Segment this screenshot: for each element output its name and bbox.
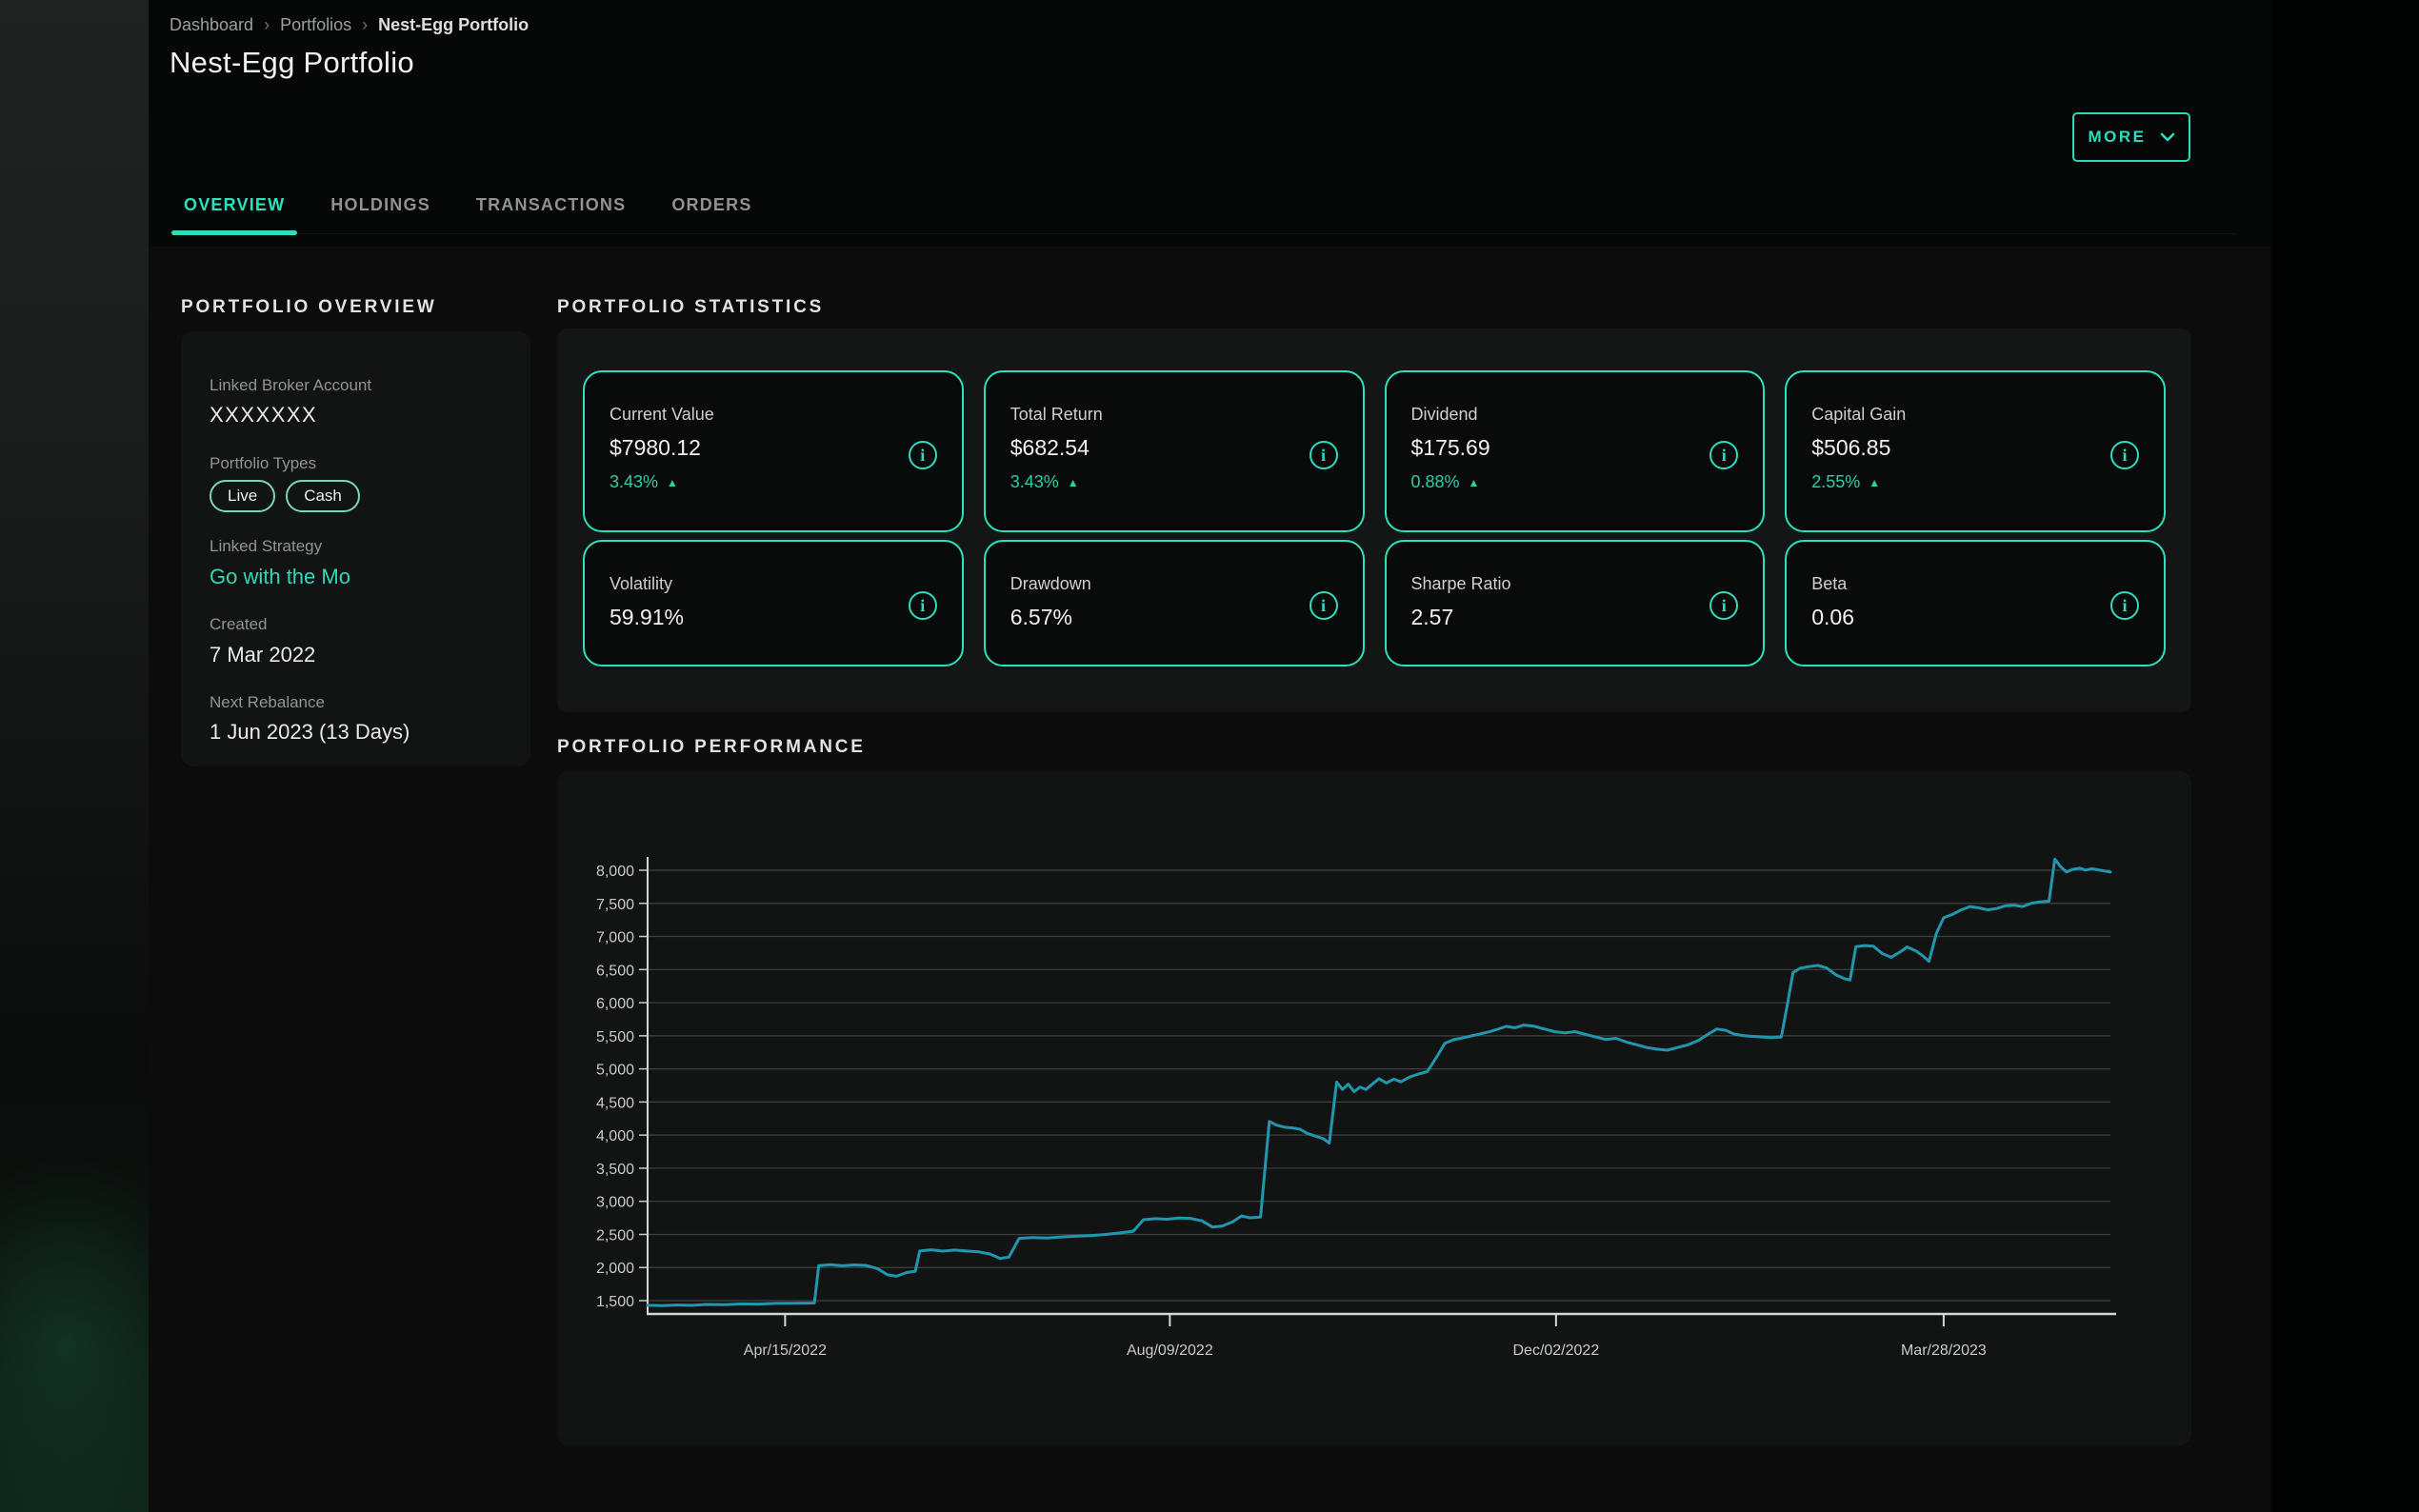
stat-card-capital-gain: Capital Gain $506.85 2.55%▲ i <box>1785 370 2166 532</box>
info-icon[interactable]: i <box>909 591 937 620</box>
more-button[interactable]: MORE <box>2072 112 2190 162</box>
svg-text:Dec/02/2022: Dec/02/2022 <box>1512 1343 1599 1359</box>
stat-label: Beta <box>1811 574 2139 594</box>
stat-change: 3.43%▲ <box>610 472 937 492</box>
stat-value: $7980.12 <box>610 435 937 461</box>
tab-overview[interactable]: OVERVIEW <box>184 196 285 233</box>
svg-text:5,500: 5,500 <box>596 1029 634 1045</box>
portfolio-performance-heading: PORTFOLIO PERFORMANCE <box>557 737 866 758</box>
info-icon[interactable]: i <box>1709 441 1738 469</box>
pill-live: Live <box>210 480 275 512</box>
portfolio-statistics-heading: PORTFOLIO STATISTICS <box>557 297 824 318</box>
stat-label: Volatility <box>610 574 937 594</box>
stat-card-drawdown: Drawdown 6.57% i <box>984 540 1365 666</box>
up-arrow-icon: ▲ <box>1068 477 1079 488</box>
svg-text:7,500: 7,500 <box>596 897 634 913</box>
stat-value: 2.57 <box>1411 605 1739 630</box>
tab-holdings[interactable]: HOLDINGS <box>330 196 430 233</box>
svg-text:3,000: 3,000 <box>596 1195 634 1211</box>
breadcrumb-dashboard[interactable]: Dashboard <box>170 15 253 35</box>
stat-label: Drawdown <box>1010 574 1338 594</box>
portfolio-statistics-panel: Current Value $7980.12 3.43%▲ i Total Re… <box>557 328 2191 712</box>
field-label: Linked Broker Account <box>210 375 502 395</box>
performance-line-chart[interactable]: 1,500 2,000 2,500 3,000 3,500 4,000 4,500 5,000… <box>557 771 2191 1445</box>
stat-card-current-value: Current Value $7980.12 3.43%▲ i <box>583 370 964 532</box>
stat-label: Total Return <box>1010 405 1338 425</box>
up-arrow-icon: ▲ <box>1469 477 1480 488</box>
stat-card-volatility: Volatility 59.91% i <box>583 540 964 666</box>
portfolio-overview-card: Linked Broker Account XXXXXXX Portfolio … <box>181 331 530 766</box>
breadcrumb-separator-icon: › <box>264 15 270 35</box>
svg-text:Apr/15/2022: Apr/15/2022 <box>744 1343 827 1359</box>
svg-text:2,000: 2,000 <box>596 1261 634 1277</box>
stat-card-total-return: Total Return $682.54 3.43%▲ i <box>984 370 1365 532</box>
breadcrumb-separator-icon: › <box>362 15 368 35</box>
main-panel: Dashboard › Portfolios › Nest-Egg Portfo… <box>149 0 2271 1512</box>
stat-label: Dividend <box>1411 405 1739 425</box>
tab-orders[interactable]: ORDERS <box>671 196 751 233</box>
stat-value: $175.69 <box>1411 435 1739 461</box>
svg-text:7,000: 7,000 <box>596 930 634 946</box>
info-icon[interactable]: i <box>2110 441 2139 469</box>
stat-label: Sharpe Ratio <box>1411 574 1739 594</box>
stat-label: Current Value <box>610 405 937 425</box>
info-icon[interactable]: i <box>1309 441 1338 469</box>
stat-change: 2.55%▲ <box>1811 472 2139 492</box>
svg-text:4,000: 4,000 <box>596 1128 634 1144</box>
field-portfolio-types: Portfolio Types Live Cash <box>210 453 502 513</box>
svg-text:4,500: 4,500 <box>596 1095 634 1111</box>
info-icon[interactable]: i <box>1309 591 1338 620</box>
page-title: Nest-Egg Portfolio <box>170 46 414 80</box>
portfolio-overview-heading: PORTFOLIO OVERVIEW <box>181 297 437 318</box>
portfolio-type-pills: Live Cash <box>210 480 502 512</box>
info-icon[interactable]: i <box>909 441 937 469</box>
field-label: Linked Strategy <box>210 536 502 556</box>
stat-value: 0.06 <box>1811 605 2139 630</box>
stat-card-sharpe-ratio: Sharpe Ratio 2.57 i <box>1385 540 1766 666</box>
field-value: 7 Mar 2022 <box>210 642 502 669</box>
stat-change: 3.43%▲ <box>1010 472 1338 492</box>
linked-strategy-link[interactable]: Go with the Mo <box>210 564 502 591</box>
svg-text:Aug/09/2022: Aug/09/2022 <box>1127 1343 1213 1359</box>
field-label: Portfolio Types <box>210 453 502 473</box>
field-label: Next Rebalance <box>210 692 502 712</box>
field-linked-broker-account: Linked Broker Account XXXXXXX <box>210 375 502 429</box>
svg-text:Mar/28/2023: Mar/28/2023 <box>1901 1343 1987 1359</box>
svg-text:5,000: 5,000 <box>596 1063 634 1079</box>
up-arrow-icon: ▲ <box>1869 477 1880 488</box>
app-window: Dashboard › Portfolios › Nest-Egg Portfo… <box>0 0 2419 1512</box>
field-next-rebalance: Next Rebalance 1 Jun 2023 (13 Days) <box>210 692 502 746</box>
field-value: XXXXXXX <box>210 402 502 429</box>
breadcrumb-portfolios[interactable]: Portfolios <box>280 15 351 35</box>
more-button-label: MORE <box>2089 128 2147 147</box>
stat-value: $506.85 <box>1811 435 2139 461</box>
svg-text:2,500: 2,500 <box>596 1227 634 1243</box>
stat-value: 6.57% <box>1010 605 1338 630</box>
stats-grid: Current Value $7980.12 3.43%▲ i Total Re… <box>583 370 2166 666</box>
tab-transactions[interactable]: TRANSACTIONS <box>476 196 626 233</box>
field-value: 1 Jun 2023 (13 Days) <box>210 719 502 746</box>
chevron-down-icon <box>2160 132 2175 142</box>
stat-card-beta: Beta 0.06 i <box>1785 540 2166 666</box>
stat-card-dividend: Dividend $175.69 0.88%▲ i <box>1385 370 1766 532</box>
svg-text:3,500: 3,500 <box>596 1162 634 1178</box>
breadcrumb: Dashboard › Portfolios › Nest-Egg Portfo… <box>170 15 529 35</box>
field-linked-strategy: Linked Strategy Go with the Mo <box>210 536 502 590</box>
svg-text:6,000: 6,000 <box>596 996 634 1012</box>
stat-value: $682.54 <box>1010 435 1338 461</box>
stat-value: 59.91% <box>610 605 937 630</box>
breadcrumb-current: Nest-Egg Portfolio <box>378 15 529 35</box>
performance-chart-panel: 1,500 2,000 2,500 3,000 3,500 4,000 4,500 5,000… <box>557 771 2191 1445</box>
field-created: Created 7 Mar 2022 <box>210 614 502 668</box>
info-icon[interactable]: i <box>2110 591 2139 620</box>
svg-text:6,500: 6,500 <box>596 963 634 979</box>
field-label: Created <box>210 614 502 634</box>
up-arrow-icon: ▲ <box>667 477 678 488</box>
stat-label: Capital Gain <box>1811 405 2139 425</box>
svg-text:1,500: 1,500 <box>596 1294 634 1310</box>
pill-cash: Cash <box>286 480 360 512</box>
stat-change: 0.88%▲ <box>1411 472 1739 492</box>
svg-text:8,000: 8,000 <box>596 864 634 880</box>
tab-bar: OVERVIEW HOLDINGS TRANSACTIONS ORDERS <box>184 196 2236 234</box>
